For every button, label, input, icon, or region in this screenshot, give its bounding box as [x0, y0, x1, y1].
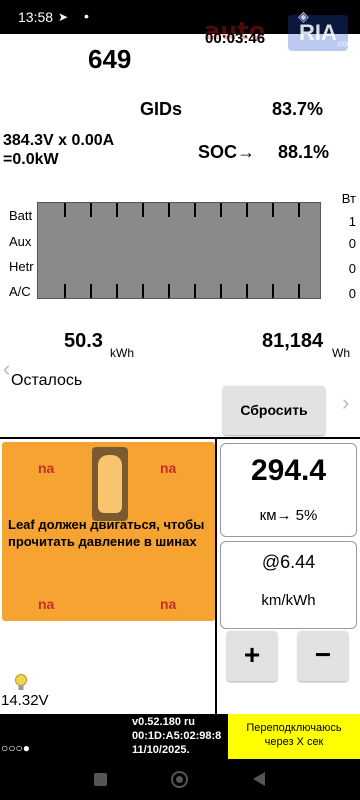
row-value-hetr: 0	[348, 261, 356, 276]
date-text: 11/10/2025.	[132, 744, 190, 756]
gauge-tick	[116, 284, 118, 298]
aux-battery-voltage: 14.32V	[1, 692, 49, 709]
gauge-tick	[142, 203, 144, 217]
gauge-tick	[142, 284, 144, 298]
watermark-com: .com	[336, 39, 354, 48]
range-label: км→ 5%	[259, 507, 318, 524]
gids-count: 649	[88, 44, 132, 74]
gauge-tick	[90, 203, 92, 217]
gauge-tick	[168, 203, 170, 217]
gauge-tick	[220, 284, 222, 298]
lightbulb-icon	[15, 674, 27, 690]
tire-message: Leaf должен двигаться, чтобы прочитать д…	[8, 517, 205, 549]
gauge-tick	[246, 284, 248, 298]
efficiency-card: @6.44 km/kWh	[220, 541, 357, 629]
tire-front-right: na	[160, 460, 177, 476]
chevron-left-icon[interactable]: ‹	[3, 356, 10, 382]
version-info: v0.52.180 ru 00:1D:A5:02:98:8 11/10/2025…	[132, 715, 228, 757]
gauge-tick	[116, 203, 118, 217]
row-label-batt: Batt	[9, 208, 33, 223]
efficiency-unit: km/kWh	[261, 592, 316, 609]
gauge-tick	[64, 203, 66, 217]
chevron-right-icon[interactable]: ›	[342, 390, 349, 416]
gauge-tick	[246, 203, 248, 217]
row-value-ac: 0	[348, 286, 356, 301]
remaining-kwh-unit: kWh	[110, 346, 134, 360]
back-icon[interactable]	[253, 772, 265, 786]
efficiency-value: @6.44	[261, 552, 316, 572]
reconnect-notice: Переподключаюсь через X сек	[228, 714, 360, 759]
gauge-tick	[272, 203, 274, 217]
gids-label: GIDs	[140, 99, 183, 119]
tire-pressure-panel: na na na na Leaf должен двигаться, чтобы…	[2, 442, 215, 621]
tire-front-left: na	[38, 460, 55, 476]
row-label-ac: A/C	[9, 284, 31, 299]
version-text: v0.52.180 ru	[132, 716, 195, 728]
reconnect-line1: Переподключаюсь	[246, 722, 342, 734]
power-unit: Вт	[341, 191, 356, 206]
connection-dots: ○○○●	[1, 741, 30, 755]
row-label-aux: Aux	[9, 234, 32, 249]
bottom-status-bar: ○○○● v0.52.180 ru 00:1D:A5:02:98:8 11/10…	[0, 714, 360, 759]
remaining-wh-unit: Wh	[332, 346, 350, 360]
reconnect-line2: через X сек	[264, 736, 324, 748]
telegram-icon: ➤	[58, 10, 69, 24]
voltage-current: 384.3V x 0.00A	[3, 132, 115, 149]
remaining-label: Осталось	[11, 372, 83, 389]
mac-address: 00:1D:A5:02:98:8	[132, 730, 222, 742]
tire-rear-left: na	[38, 596, 55, 612]
range-card: 294.4 км→ 5%	[220, 443, 357, 537]
gauge-tick	[64, 284, 66, 298]
remaining-kwh-value: 50.3	[64, 330, 103, 352]
reset-button[interactable]: Сбросить	[223, 386, 325, 435]
notification-dot-icon: •	[84, 8, 89, 24]
gauge-tick	[298, 203, 300, 217]
status-time: 13:58	[18, 9, 54, 25]
row-value-batt: 1	[348, 214, 356, 229]
tire-rear-right: na	[160, 596, 177, 612]
home-icon[interactable]	[171, 771, 188, 788]
soc-value: 88.1%	[278, 142, 330, 162]
gids-percent: 83.7%	[272, 99, 324, 119]
gauge-tick	[194, 203, 196, 217]
gauge-tick	[90, 284, 92, 298]
plus-button[interactable]: +	[227, 631, 277, 681]
recents-icon[interactable]	[94, 773, 107, 786]
gauge-tick	[298, 284, 300, 298]
power-kw: =0.0kW	[3, 151, 59, 168]
remaining-wh-value: 81,184	[262, 330, 324, 352]
car-icon	[92, 447, 128, 521]
gauge-tick	[168, 284, 170, 298]
gauge-tick	[220, 203, 222, 217]
divider	[0, 437, 360, 439]
system-nav-bar	[0, 759, 360, 800]
range-value: 294.4	[250, 454, 327, 487]
divider	[215, 437, 217, 714]
row-label-hetr: Hetr	[9, 259, 34, 274]
power-gauge	[37, 202, 321, 299]
soc-label: SOC→	[198, 142, 256, 162]
minus-button[interactable]: −	[298, 631, 348, 681]
gauge-tick	[272, 284, 274, 298]
row-value-aux: 0	[348, 236, 356, 251]
session-clock: 00:03:46	[205, 30, 266, 47]
gauge-tick	[194, 284, 196, 298]
